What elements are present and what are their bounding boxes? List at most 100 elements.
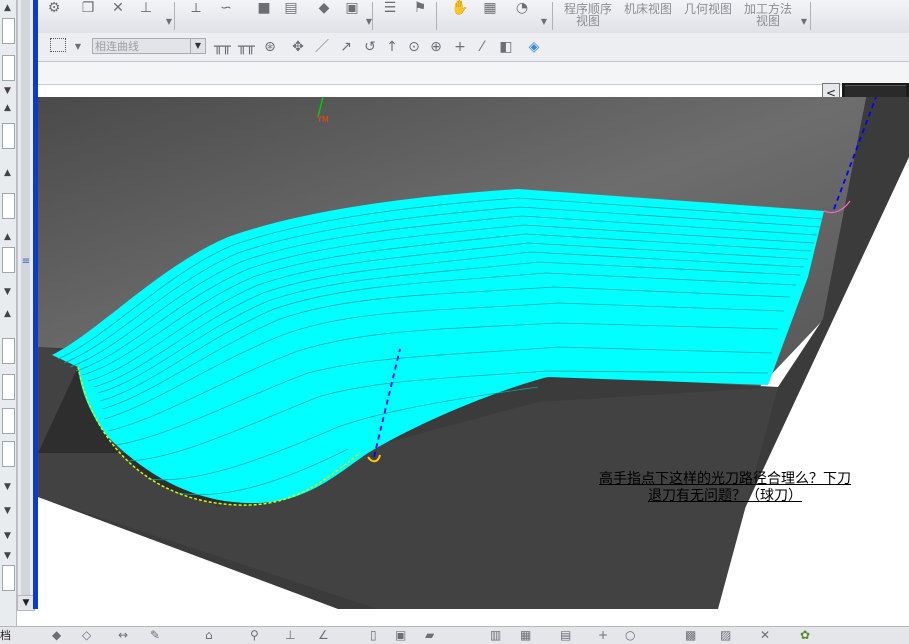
viewport-bottom-margin — [38, 609, 909, 626]
center-icon[interactable]: ⊕ — [428, 39, 444, 55]
point-icon[interactable]: ↑ — [384, 39, 400, 55]
resource-tab[interactable] — [2, 408, 15, 434]
grip-icon: ≡ — [21, 256, 31, 267]
chevron-down-icon[interactable]: ▼ — [1, 531, 14, 542]
toolbar-separator — [174, 2, 175, 30]
chevron-down-icon[interactable]: ▼ — [190, 39, 205, 53]
path-icon[interactable]: ∽ — [218, 0, 234, 16]
machine-tool-view-button[interactable]: 机床视图 — [622, 3, 674, 15]
diamond-outline-icon[interactable]: ◇ — [82, 628, 91, 642]
measure-icon[interactable]: ↔ — [118, 628, 128, 642]
resource-tab[interactable] — [2, 123, 15, 149]
box-icon[interactable]: ▣ — [395, 628, 406, 642]
select-box-icon[interactable] — [50, 38, 66, 52]
operation-toolbar: ⚙ ❐ ✕ ⊥ ▼ ⟂ ∽ ■ ▤ ◆ ▣ ▼ ☰ ⚑ ✋ ▦ ◔ ▼ 程序顺序… — [38, 0, 909, 34]
resource-tab[interactable] — [2, 247, 15, 273]
toolbar-separator — [372, 2, 373, 30]
pin-icon[interactable]: ⊥ — [285, 628, 295, 642]
resource-tab[interactable] — [2, 193, 15, 219]
model-view[interactable] — [38, 97, 909, 609]
line-icon[interactable]: ／ — [314, 39, 330, 55]
angle-icon[interactable]: ∠ — [318, 628, 329, 642]
app-icon[interactable]: ✿ — [800, 628, 810, 642]
resource-tab[interactable] — [2, 374, 15, 400]
delete-icon[interactable]: ✕ — [110, 0, 126, 16]
folder-icon[interactable]: ▰ — [425, 628, 434, 642]
arrow-icon[interactable]: ↗ — [338, 39, 354, 55]
check-icon[interactable]: ▤ — [283, 0, 299, 16]
stack-icon[interactable]: ▨ — [720, 628, 731, 642]
cube-shade-icon[interactable]: ◧ — [498, 39, 514, 55]
chevron-up-icon[interactable]: ▲ — [1, 103, 14, 114]
selection-toolbar: ▼ 相连曲线 ▼ ╥╥ ╥╥ ⊛ ✥ ／ ↗ ↺ ↑ ⊙ ⊕ + ⁄ ◧ ◈ — [38, 33, 909, 62]
post-icon[interactable]: ▦ — [482, 0, 498, 16]
graphics-viewport[interactable]: YM — [38, 97, 909, 609]
chevron-down-icon[interactable]: ▼ — [1, 287, 14, 298]
close-icon[interactable]: ✕ — [760, 628, 770, 642]
chevron-down-icon[interactable]: ▼ — [1, 86, 14, 97]
machining-method-view-button[interactable]: 加工方法 视图 — [740, 3, 796, 27]
chevron-down-icon[interactable]: ▼ — [1, 551, 14, 562]
operation-icon[interactable]: ⚙ — [46, 0, 62, 16]
param-icon[interactable]: ⚑ — [412, 0, 428, 16]
snap-endpoint-icon[interactable]: ╥╥ — [214, 39, 231, 55]
slash-icon[interactable]: ⁄ — [474, 39, 490, 55]
resource-tab[interactable] — [2, 441, 15, 467]
chevron-up-icon[interactable]: ▲ — [1, 309, 14, 320]
resource-tab[interactable] — [2, 338, 15, 364]
output-icon[interactable]: ✋ — [451, 0, 468, 16]
program-order-view-button[interactable]: 程序顺序 视图 — [560, 3, 616, 27]
curve-rule-value: 相连曲线 — [95, 40, 139, 53]
status-label: 档 — [0, 629, 11, 642]
clock-icon[interactable]: ◔ — [514, 0, 530, 16]
geometry-view-button[interactable]: 几何视图 — [682, 3, 734, 15]
diamond-icon[interactable]: ◆ — [52, 628, 61, 642]
caption-line-1: 高手指点下这样的光刀路径合理么？下刀 — [599, 471, 851, 487]
left-resource-bar: ▲ ▼ ▲ ▲ ▲ ▼ ▲ ▼ ▼ ▼ ▼ — [0, 0, 17, 643]
chevron-down-icon[interactable]: ▼ — [70, 39, 86, 55]
snap-reset-icon[interactable]: ⊛ — [262, 39, 278, 55]
display-icon[interactable]: ▣ — [344, 0, 360, 16]
search-icon[interactable]: ○ — [625, 628, 635, 642]
grid-icon[interactable]: ▥ — [490, 628, 501, 642]
toolbar-separator — [436, 2, 437, 30]
chevron-up-icon[interactable]: ▲ — [1, 232, 14, 243]
plus-icon[interactable]: + — [452, 39, 468, 55]
chevron-down-icon[interactable]: ▼ — [536, 14, 552, 30]
cube-icon[interactable]: ◈ — [526, 39, 542, 55]
bottom-toolbar: 档 ◆ ◇ ↔ ✎ ⌂ ⚲ ⊥ ∠ ▯ ▣ ▰ ▥ ▦ ▤ + ○ ▩ ▨ ✕ … — [0, 626, 909, 644]
question-caption: 高手指点下这样的光刀路径合理么？下刀 退刀有无问题？（球刀） — [560, 471, 890, 505]
table-icon[interactable]: ▦ — [520, 628, 531, 642]
scrollbar-thumb[interactable] — [21, 0, 30, 595]
sort-icon[interactable]: ☰ — [382, 0, 398, 16]
edit-icon[interactable]: ◆ — [316, 0, 332, 16]
curve-icon[interactable]: ↺ — [362, 39, 378, 55]
lock-icon[interactable]: ⚲ — [250, 628, 259, 642]
copy-icon[interactable]: ❐ — [80, 0, 96, 16]
snap-midpoint-icon[interactable]: ╥╥ — [238, 39, 255, 55]
tool-icon[interactable]: ⟂ — [188, 0, 204, 16]
cylinder-icon[interactable]: ▯ — [370, 628, 377, 642]
paste-icon[interactable]: ⊥ — [138, 0, 154, 16]
page-icon[interactable]: ▤ — [560, 628, 571, 642]
chevron-down-icon[interactable]: ▼ — [361, 14, 377, 30]
block-icon[interactable]: ■ — [256, 0, 272, 16]
move-icon[interactable]: ✥ — [290, 39, 306, 55]
chevron-up-icon[interactable]: ▲ — [1, 3, 14, 14]
toolbar-separator — [552, 2, 553, 30]
plus-icon[interactable]: + — [598, 628, 608, 642]
ruler-icon[interactable]: ✎ — [150, 628, 160, 642]
resource-tab[interactable] — [2, 18, 15, 44]
chevron-down-icon[interactable]: ▼ — [1, 482, 14, 493]
wcs-label: YM — [317, 115, 329, 124]
toolbar-separator — [810, 2, 811, 30]
empty-toolbar-row — [38, 62, 909, 85]
curve-rule-select[interactable]: 相连曲线 ▼ — [92, 38, 206, 54]
circle-icon[interactable]: ⊙ — [406, 39, 422, 55]
chevron-up-icon[interactable]: ▲ — [1, 168, 14, 179]
resource-tab[interactable] — [2, 565, 15, 591]
chevron-down-icon[interactable]: ▼ — [1, 506, 14, 517]
house-icon[interactable]: ⌂ — [205, 628, 213, 642]
resource-tab[interactable] — [2, 55, 15, 81]
layer-icon[interactable]: ▩ — [685, 628, 696, 642]
